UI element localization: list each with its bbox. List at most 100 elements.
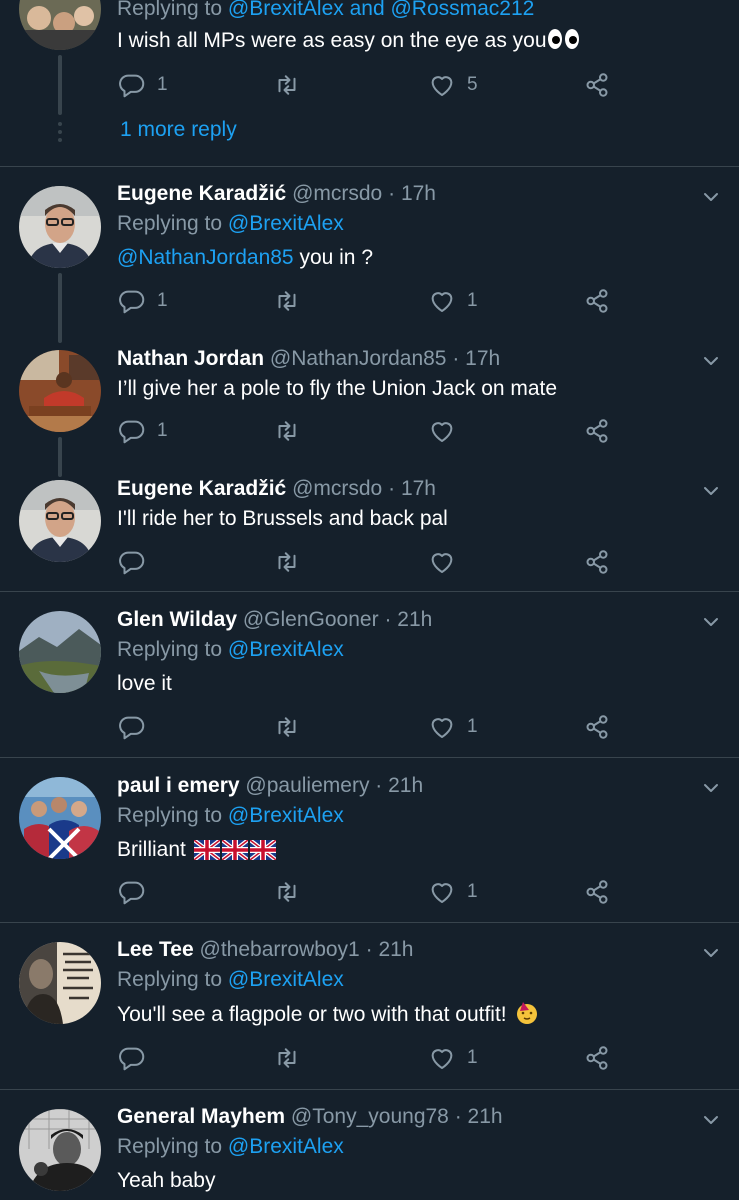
like-button[interactable]: 5 [427,70,478,100]
tweet-actions: 1 [117,1043,617,1073]
avatar[interactable] [19,777,101,859]
chevron-down-icon[interactable] [701,351,721,371]
replying-to-link[interactable]: @BrexitAlex [228,804,344,827]
tweet[interactable]: paul i emery @pauliemery · 21h Replying … [0,758,739,922]
tweet-header: Glen Wilday @GlenGooner · 21h [117,608,433,631]
display-name[interactable]: General Mayhem [117,1105,285,1128]
timestamp[interactable]: 17h [401,477,436,500]
tweet[interactable]: General Mayhem @Tony_young78 · 21h Reply… [0,1090,739,1200]
avatar[interactable] [19,350,101,432]
replying-to-link[interactable]: @BrexitAlex [228,638,344,661]
reply-button[interactable]: 1 [117,70,168,100]
uk-flag-emoji-icon [193,840,220,860]
reply-button[interactable]: 1 [117,286,168,316]
tweet[interactable]: Glen Wilday @GlenGooner · 21h Replying t… [0,592,739,757]
thread-line [58,55,62,115]
retweet-button[interactable] [272,70,302,100]
tweet[interactable]: Nathan Jordan @NathanJordan85 · 17h I’ll… [0,327,739,477]
reply-icon [119,881,145,905]
username[interactable]: @mcrsdo [292,182,382,205]
tweet-header: Eugene Karadžić @mcrsdo · 17h [117,182,436,205]
timestamp[interactable]: 17h [401,182,436,205]
username[interactable]: @NathanJordan85 [270,347,447,370]
replying-to-link[interactable]: @BrexitAlex [228,212,344,235]
share-button[interactable] [582,416,612,446]
timestamp[interactable]: 21h [468,1105,503,1128]
reply-button[interactable] [117,1043,147,1073]
display-name[interactable]: paul i emery [117,774,240,797]
chevron-down-icon[interactable] [701,612,721,632]
timestamp[interactable]: 21h [388,774,423,797]
timestamp[interactable]: 17h [465,347,500,370]
retweet-button[interactable] [272,547,302,577]
avatar[interactable] [19,942,101,1024]
timestamp[interactable]: 21h [397,608,432,631]
username[interactable]: @Tony_young78 [291,1105,449,1128]
eyes-emoji-icon [547,29,579,49]
tweet-text: I wish all MPs were as easy on the eye a… [117,26,699,56]
chevron-down-icon[interactable] [701,1110,721,1130]
reply-button[interactable] [117,712,147,742]
avatar[interactable] [19,611,101,693]
avatar[interactable] [19,1109,101,1191]
tweet[interactable]: Lee Tee @thebarrowboy1 · 21h Replying to… [0,923,739,1089]
replying-to-link[interactable]: @BrexitAlex and @Rossmac212 [228,0,534,20]
timestamp[interactable]: 21h [378,938,413,961]
share-button[interactable] [582,70,612,100]
reply-button[interactable] [117,877,147,907]
chevron-down-icon[interactable] [701,481,721,501]
tweet[interactable]: Eugene Karadžić @mcrsdo · 17h I'll ride … [0,457,739,591]
chevron-down-icon[interactable] [701,943,721,963]
avatar[interactable] [19,480,101,562]
reply-count: 1 [157,74,168,95]
avatar[interactable] [19,0,101,50]
retweet-icon [278,1048,296,1068]
share-button[interactable] [582,547,612,577]
tweet[interactable]: Eugene Karadžić @mcrsdo · 17h Replying t… [0,167,739,343]
share-button[interactable] [582,1043,612,1073]
like-icon [431,718,453,738]
tweet-partial-top[interactable]: Replying to @BrexitAlex and @Rossmac212 … [0,0,739,166]
like-button[interactable]: 1 [427,286,478,316]
share-button[interactable] [582,877,612,907]
more-replies-link[interactable]: 1 more reply [120,118,237,142]
share-button[interactable] [582,712,612,742]
reply-button[interactable]: 1 [117,416,168,446]
like-button[interactable] [427,416,467,446]
username[interactable]: @thebarrowboy1 [200,938,360,961]
username[interactable]: @GlenGooner [243,608,379,631]
mention-link[interactable]: @NathanJordan85 [117,246,294,269]
display-name[interactable]: Eugene Karadžić [117,477,286,500]
display-name[interactable]: Eugene Karadžić [117,182,286,205]
like-icon [431,292,453,312]
username[interactable]: @pauliemery [245,774,369,797]
retweet-button[interactable] [272,877,302,907]
thread-dots [58,138,62,142]
tweet-text: Brilliant [117,835,699,865]
thread-dots [58,122,62,126]
display-name[interactable]: Nathan Jordan [117,347,264,370]
retweet-button[interactable] [272,1043,302,1073]
like-button[interactable]: 1 [427,1043,478,1073]
replying-to: Replying to @BrexitAlex [117,968,344,991]
chevron-down-icon[interactable] [701,778,721,798]
tweet-header: Nathan Jordan @NathanJordan85 · 17h [117,347,501,370]
like-button[interactable] [427,547,457,577]
like-button[interactable]: 1 [427,877,478,907]
reply-button[interactable] [117,547,147,577]
like-button[interactable]: 1 [427,712,478,742]
avatar[interactable] [19,186,101,268]
reply-icon [119,290,145,314]
chevron-down-icon[interactable] [701,187,721,207]
username[interactable]: @mcrsdo [292,477,382,500]
share-button[interactable] [582,286,612,316]
retweet-button[interactable] [272,712,302,742]
share-icon [586,880,608,904]
display-name[interactable]: Lee Tee [117,938,194,961]
display-name[interactable]: Glen Wilday [117,608,237,631]
tweet-actions: 1 5 [117,70,617,100]
replying-to-link[interactable]: @BrexitAlex [228,968,344,991]
replying-to-link[interactable]: @BrexitAlex [228,1135,344,1158]
retweet-button[interactable] [272,286,302,316]
retweet-button[interactable] [272,416,302,446]
